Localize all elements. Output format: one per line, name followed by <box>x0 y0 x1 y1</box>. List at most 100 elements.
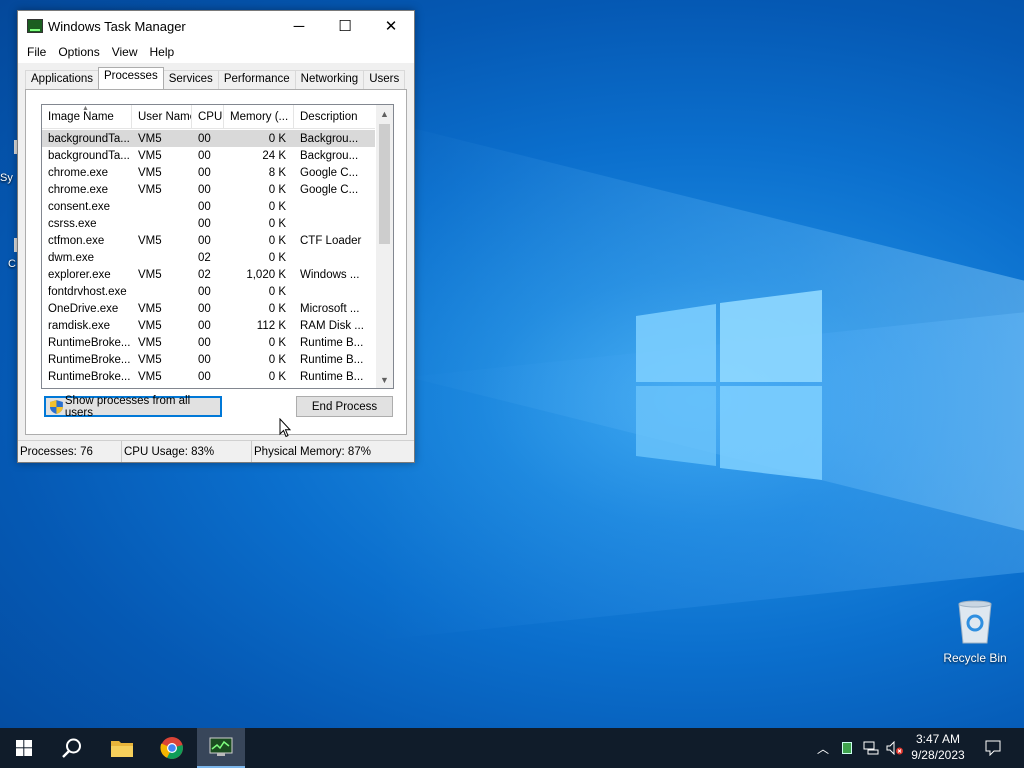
sort-ascending-icon: ▲ <box>82 105 89 112</box>
process-user-name: VM5 <box>138 302 162 315</box>
process-description: Windows ... <box>300 268 360 281</box>
process-image-name: dwm.exe <box>48 251 95 264</box>
tab-networking[interactable]: Networking <box>294 70 365 89</box>
taskbar-task-manager[interactable] <box>197 728 245 768</box>
process-row[interactable]: backgroundTa... VM5 00 0 K Backgrou... <box>42 130 375 147</box>
process-memory: 0 K <box>268 353 286 366</box>
process-row[interactable]: consent.exe 00 0 K <box>42 198 375 215</box>
process-image-name: fontdrvhost.exe <box>48 285 127 298</box>
process-description: CTF Loader <box>300 234 362 247</box>
taskbar-clock[interactable]: 3:47 AM 9/28/2023 <box>906 731 970 763</box>
scroll-up-arrow-icon[interactable]: ▲ <box>376 105 393 122</box>
process-image-name: backgroundTa... <box>48 149 130 162</box>
taskbar-chrome[interactable] <box>148 728 196 768</box>
process-cpu: 00 <box>198 370 211 383</box>
end-process-button[interactable]: End Process <box>296 396 393 417</box>
process-row[interactable]: OneDrive.exe VM5 00 0 K Microsoft ... <box>42 300 375 317</box>
recycle-bin-icon[interactable]: Recycle Bin <box>940 600 1010 665</box>
process-image-name: backgroundTa... <box>48 132 130 145</box>
window-title: Windows Task Manager <box>48 18 186 34</box>
folder-icon <box>111 741 133 757</box>
process-row[interactable]: RuntimeBroke... VM5 00 0 K Runtime B... <box>42 334 375 351</box>
search-icon <box>62 738 81 758</box>
menu-help[interactable]: Help <box>144 45 181 59</box>
column-user-name[interactable]: User Name <box>132 105 192 129</box>
menu-bar: File Options View Help <box>18 41 414 63</box>
process-description: Backgrou... <box>300 132 359 145</box>
menu-view[interactable]: View <box>106 45 144 59</box>
process-memory: 24 K <box>262 149 286 162</box>
process-row[interactable]: explorer.exe VM5 02 1,020 K Windows ... <box>42 266 375 283</box>
process-user-name: VM5 <box>138 336 162 349</box>
minimize-button[interactable]: ─ <box>276 11 322 41</box>
title-bar[interactable]: Windows Task Manager ─ ☐ ✕ <box>18 11 414 41</box>
column-memory[interactable]: Memory (... <box>224 105 294 129</box>
process-description: Google C... <box>300 183 359 196</box>
column-cpu[interactable]: CPU <box>192 105 224 129</box>
process-image-name: consent.exe <box>48 200 111 213</box>
tab-strip: Applications Processes Services Performa… <box>25 67 406 89</box>
menu-file[interactable]: File <box>21 45 52 59</box>
process-description: Google C... <box>300 166 359 179</box>
process-description: RAM Disk ... <box>300 319 364 332</box>
network-status-button[interactable] <box>860 728 882 768</box>
process-list: ▲ Image Name User Name CPU Memory (... D… <box>41 104 394 389</box>
show-all-users-label: Show processes from all users <box>64 394 191 419</box>
status-bar: Processes: 76 CPU Usage: 83% Physical Me… <box>18 440 414 462</box>
process-row[interactable]: backgroundTa... VM5 00 24 K Backgrou... <box>42 147 375 164</box>
process-memory: 8 K <box>268 166 286 179</box>
show-all-users-button[interactable]: Show processes from all users <box>44 394 222 419</box>
process-row[interactable]: ramdisk.exe VM5 00 112 K RAM Disk ... <box>42 317 375 334</box>
process-row[interactable]: fontdrvhost.exe 00 0 K <box>42 283 375 300</box>
search-button[interactable] <box>48 728 96 768</box>
process-cpu: 00 <box>198 285 211 298</box>
process-cpu: 02 <box>198 268 211 281</box>
taskbar-file-explorer[interactable] <box>98 728 146 768</box>
vertical-scrollbar[interactable]: ▲ ▼ <box>376 105 393 388</box>
process-row[interactable]: RuntimeBroke... VM5 00 0 K Runtime B... <box>42 351 375 368</box>
tab-processes[interactable]: Processes <box>98 67 164 89</box>
scrollbar-thumb[interactable] <box>379 124 390 244</box>
process-memory: 0 K <box>268 251 286 264</box>
show-hidden-icons-button[interactable]: ︿ <box>812 728 834 768</box>
process-description: Backgrou... <box>300 149 359 162</box>
process-memory: 0 K <box>268 217 286 230</box>
process-memory: 0 K <box>268 200 286 213</box>
tab-users[interactable]: Users <box>363 70 406 89</box>
process-memory: 1,020 K <box>246 268 286 281</box>
tab-performance[interactable]: Performance <box>217 70 296 89</box>
process-row[interactable]: csrss.exe 00 0 K <box>42 215 375 232</box>
speaker-muted-icon <box>886 741 903 755</box>
network-icon <box>863 741 879 755</box>
task-manager-icon <box>27 19 43 33</box>
process-cpu: 00 <box>198 302 211 315</box>
process-row[interactable]: ctfmon.exe VM5 00 0 K CTF Loader <box>42 232 375 249</box>
tab-services[interactable]: Services <box>162 70 219 89</box>
processes-panel: ▲ Image Name User Name CPU Memory (... D… <box>25 89 407 435</box>
process-row[interactable]: dwm.exe 02 0 K <box>42 249 375 266</box>
tab-applications[interactable]: Applications <box>25 70 100 89</box>
recycle-bin-icon <box>958 600 992 644</box>
column-description[interactable]: Description <box>294 105 375 129</box>
menu-options[interactable]: Options <box>52 45 105 59</box>
green-tray-icon <box>842 742 852 754</box>
column-image-name[interactable]: ▲ Image Name <box>42 105 132 129</box>
close-button[interactable]: ✕ <box>368 11 414 41</box>
process-user-name: VM5 <box>138 268 162 281</box>
process-row[interactable]: chrome.exe VM5 00 0 K Google C... <box>42 181 375 198</box>
process-cpu: 00 <box>198 183 211 196</box>
process-row[interactable]: chrome.exe VM5 00 8 K Google C... <box>42 164 375 181</box>
start-button[interactable] <box>0 728 48 768</box>
scroll-down-arrow-icon[interactable]: ▼ <box>376 371 393 388</box>
process-memory: 0 K <box>268 336 286 349</box>
uac-shield-icon <box>50 399 63 414</box>
process-row[interactable]: RuntimeBroke... VM5 00 0 K Runtime B... <box>42 368 375 385</box>
windows-start-icon <box>16 740 32 756</box>
volume-button[interactable] <box>884 728 906 768</box>
action-center-button[interactable] <box>978 728 1008 768</box>
process-cpu: 02 <box>198 251 211 264</box>
process-description: Microsoft ... <box>300 302 360 315</box>
tray-app-icon[interactable] <box>838 728 856 768</box>
maximize-button[interactable]: ☐ <box>322 11 368 41</box>
process-user-name: VM5 <box>138 370 162 383</box>
